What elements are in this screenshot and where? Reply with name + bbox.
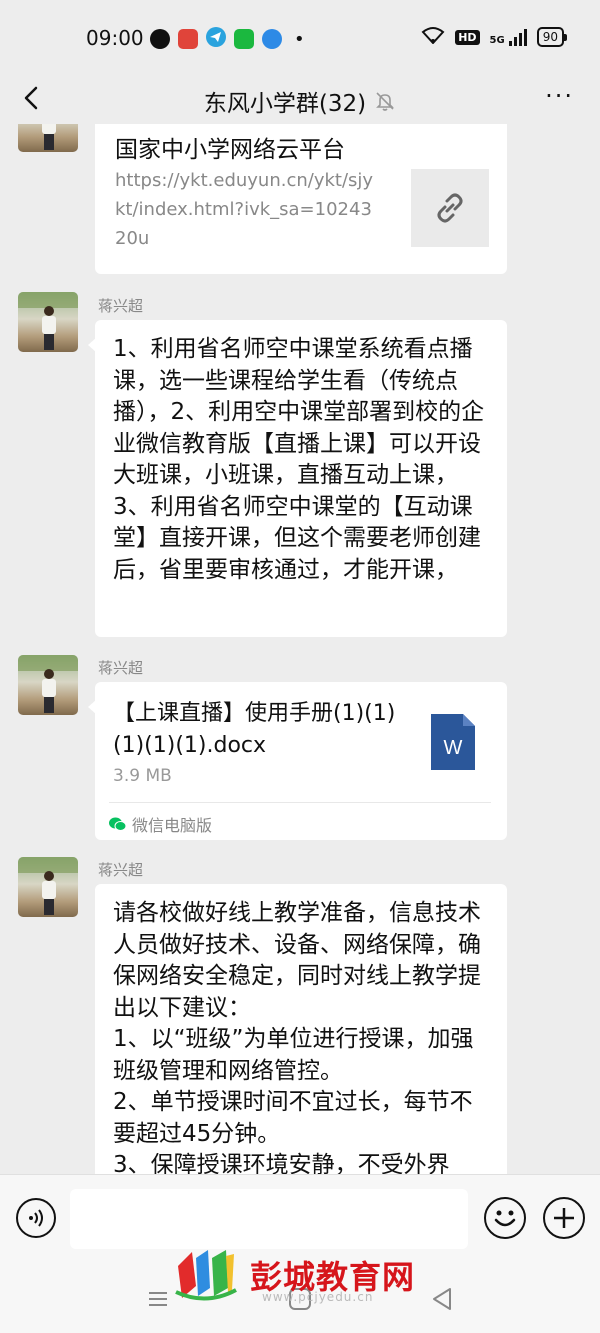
signal-bar bbox=[513, 36, 517, 46]
word-doc-letter: W bbox=[444, 737, 463, 759]
text-message[interactable]: 请各校做好线上教学准备，信息技术人员做好技术、设备、网络保障，确保网络安全稳定，… bbox=[95, 884, 507, 1174]
iqiyi-icon bbox=[234, 29, 254, 49]
sender-avatar[interactable] bbox=[18, 292, 78, 352]
smiley-icon bbox=[494, 1210, 516, 1227]
word-doc-icon: W bbox=[431, 714, 475, 770]
app-blue-icon bbox=[262, 29, 282, 49]
signal-icon: 5G bbox=[489, 28, 527, 46]
chat-title-wrap: 东风小学群(32) bbox=[204, 84, 396, 118]
file-message[interactable]: 【上课直播】使用手册(1)(1)(1)(1)(1).docx 3.9 MB W … bbox=[88, 682, 507, 840]
text-message[interactable]: 1、利用省名师空中课堂系统看点播课，选一些课程给学生看（传统点播），2、利用空中… bbox=[88, 320, 507, 637]
battery-indicator: 90 bbox=[536, 27, 568, 47]
status-time: 09:00 bbox=[86, 26, 144, 50]
app-red-icon bbox=[178, 29, 198, 49]
status-app-icons: • bbox=[150, 27, 305, 51]
mute-bell-icon bbox=[374, 90, 396, 112]
voice-wave-icon bbox=[29, 1209, 43, 1227]
file-source-label: 微信电脑版 bbox=[132, 816, 213, 835]
wifi-icon bbox=[421, 26, 445, 48]
recent-apps-icon[interactable] bbox=[143, 1284, 173, 1314]
qq-browser-icon bbox=[150, 29, 170, 49]
watermark-logo-icon bbox=[175, 1250, 237, 1301]
sender-avatar[interactable] bbox=[18, 124, 78, 152]
chat-title: 东风小学群(32) bbox=[203, 91, 367, 117]
network-type: 5G bbox=[489, 34, 505, 46]
system-back-icon[interactable] bbox=[428, 1284, 458, 1314]
signal-bar bbox=[523, 28, 527, 46]
plus-icon bbox=[554, 1208, 574, 1228]
link-card-message[interactable]: 国家中小学网络云平台 https://ykt.eduyun.cn/ykt/sjy… bbox=[95, 124, 507, 274]
emoji-button[interactable] bbox=[484, 1197, 526, 1239]
signal-bar bbox=[518, 32, 522, 46]
signal-bar bbox=[508, 40, 512, 46]
status-more-dot-icon: • bbox=[294, 28, 305, 50]
watermark-url: www.pcjyedu.cn bbox=[262, 1290, 374, 1304]
chat-header: 东风小学群(32) ··· bbox=[0, 72, 600, 124]
wechat-mini-icon bbox=[109, 817, 126, 831]
hd-badge: HD bbox=[455, 29, 480, 45]
link-chain-icon bbox=[437, 193, 463, 223]
sender-name: 蒋兴超 bbox=[98, 297, 144, 315]
link-title: 国家中小学网络云平台 bbox=[115, 137, 345, 163]
status-bar: 09:00 • HD 5G 90 bbox=[0, 0, 600, 72]
link-thumbnail bbox=[411, 169, 489, 247]
sender-name: 蒋兴超 bbox=[98, 659, 144, 677]
message-input[interactable] bbox=[70, 1189, 468, 1249]
file-source: 微信电脑版 bbox=[109, 812, 212, 836]
status-indicators: HD 5G 90 bbox=[421, 26, 568, 48]
link-url: https://ykt.eduyun.cn/ykt/sjykt/index.ht… bbox=[115, 170, 374, 249]
telegram-icon bbox=[206, 27, 226, 51]
file-divider bbox=[109, 802, 491, 803]
sender-avatar[interactable] bbox=[18, 655, 78, 715]
more-functions-button[interactable] bbox=[543, 1197, 585, 1239]
voice-input-button[interactable] bbox=[16, 1198, 56, 1238]
file-size: 3.9 MB bbox=[113, 766, 172, 786]
sender-avatar[interactable] bbox=[18, 857, 78, 917]
message-list[interactable]: 国家中小学网络云平台 https://ykt.eduyun.cn/ykt/sjy… bbox=[0, 124, 600, 1174]
more-options-icon[interactable]: ··· bbox=[545, 84, 574, 108]
chat-title-container: 东风小学群(32) bbox=[0, 84, 600, 118]
file-name: 【上课直播】使用手册(1)(1)(1)(1)(1).docx bbox=[113, 701, 396, 758]
battery-level: 90 bbox=[542, 30, 558, 44]
sender-name: 蒋兴超 bbox=[98, 861, 144, 879]
